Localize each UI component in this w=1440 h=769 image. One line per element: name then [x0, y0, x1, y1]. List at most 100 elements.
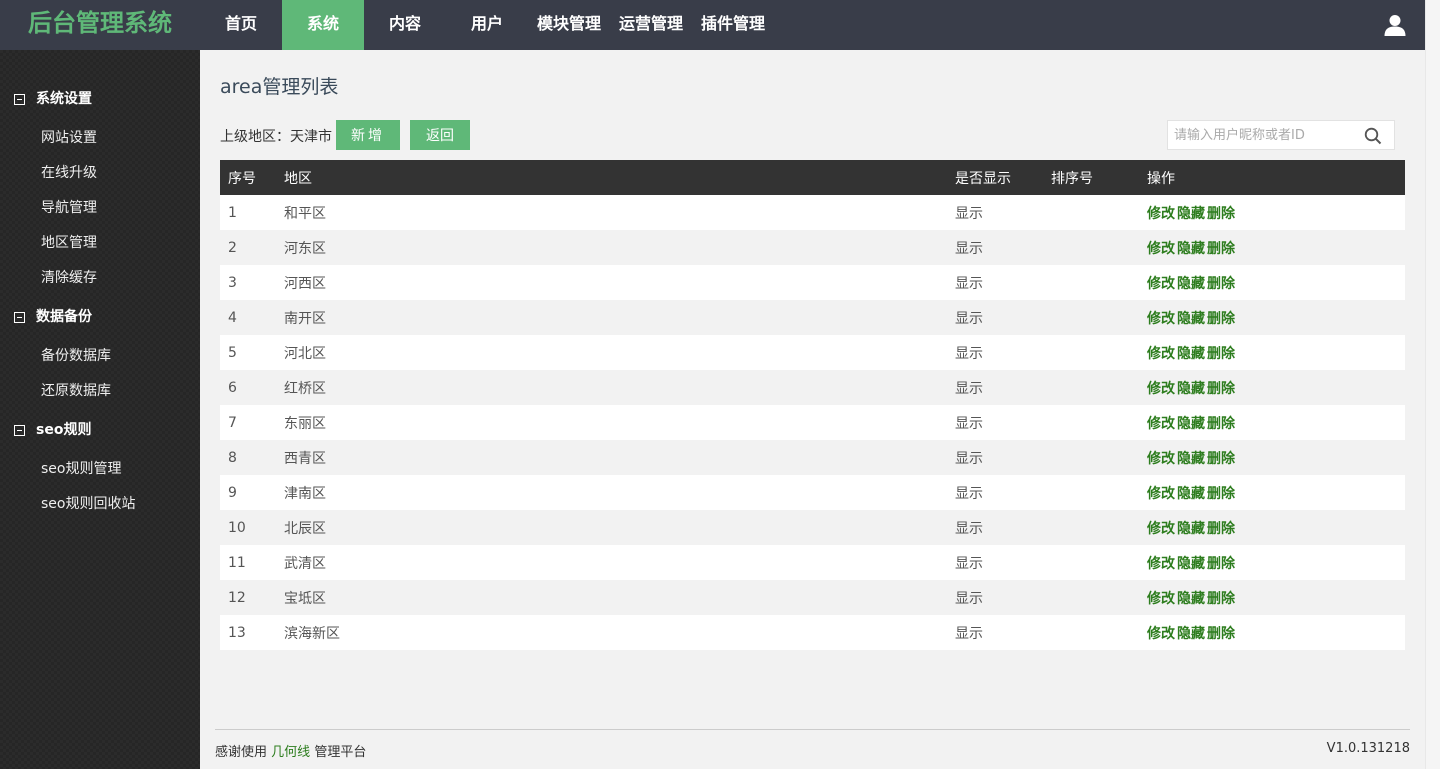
cell-show: 显示 — [955, 345, 983, 362]
cell-id: 9 — [228, 484, 237, 501]
cell-id: 8 — [228, 449, 237, 466]
collapse-icon — [14, 93, 25, 105]
sidebar-item-2-1[interactable]: seo规则回收站 — [41, 492, 135, 516]
hide-link[interactable]: 隐藏 — [1177, 521, 1205, 537]
hide-link[interactable]: 隐藏 — [1177, 416, 1205, 432]
cell-sort — [1043, 230, 1139, 265]
scrollbar[interactable] — [1425, 0, 1440, 769]
back-button[interactable]: 返回 — [410, 120, 470, 150]
delete-link[interactable]: 删除 — [1207, 591, 1235, 607]
hide-link[interactable]: 隐藏 — [1177, 591, 1205, 607]
user-icon[interactable] — [1383, 13, 1407, 37]
cell-id: 1 — [228, 204, 237, 221]
hide-link[interactable]: 隐藏 — [1177, 206, 1205, 222]
delete-link[interactable]: 删除 — [1207, 521, 1235, 537]
nav-item-0[interactable]: 首页 — [200, 0, 282, 50]
add-button[interactable]: 新增 — [336, 120, 400, 150]
nav-item-1[interactable]: 系统 — [282, 0, 364, 50]
edit-link[interactable]: 修改 — [1147, 626, 1175, 642]
delete-link[interactable]: 删除 — [1207, 626, 1235, 642]
sidebar-item-1-1[interactable]: 还原数据库 — [41, 379, 111, 403]
delete-link[interactable]: 删除 — [1207, 241, 1235, 257]
sidebar-item-2-0[interactable]: seo规则管理 — [41, 457, 121, 481]
hide-link[interactable]: 隐藏 — [1177, 241, 1205, 257]
hide-link[interactable]: 隐藏 — [1177, 311, 1205, 327]
cell-sort — [1043, 405, 1139, 440]
hide-link[interactable]: 隐藏 — [1177, 381, 1205, 397]
cell-actions: 修改 隐藏 删除 — [1139, 230, 1405, 265]
edit-link[interactable]: 修改 — [1147, 451, 1175, 467]
cell-id: 11 — [228, 554, 246, 571]
cell-actions: 修改 隐藏 删除 — [1139, 335, 1405, 370]
edit-link[interactable]: 修改 — [1147, 416, 1175, 432]
sidebar-item-1-0[interactable]: 备份数据库 — [41, 344, 111, 368]
nav-item-3[interactable]: 用户 — [446, 0, 528, 50]
nav-item-6[interactable]: 插件管理 — [692, 0, 774, 50]
hide-link[interactable]: 隐藏 — [1177, 556, 1205, 572]
hide-link[interactable]: 隐藏 — [1177, 346, 1205, 362]
table-row: 8 西青区 显示 修改 隐藏 删除 — [220, 440, 1405, 475]
sidebar-item-0-1[interactable]: 在线升级 — [41, 161, 97, 185]
sidebar-group-2[interactable]: seo规则 — [14, 418, 91, 442]
main-content: area管理列表 上级地区：天津市 新增 返回 序号 地区 是否显示 排序号 操… — [200, 50, 1425, 769]
edit-link[interactable]: 修改 — [1147, 556, 1175, 572]
sidebar-group-title: seo规则 — [36, 422, 92, 438]
hide-link[interactable]: 隐藏 — [1177, 486, 1205, 502]
edit-link[interactable]: 修改 — [1147, 591, 1175, 607]
delete-link[interactable]: 删除 — [1207, 381, 1235, 397]
edit-link[interactable]: 修改 — [1147, 346, 1175, 362]
hide-link[interactable]: 隐藏 — [1177, 276, 1205, 292]
delete-link[interactable]: 删除 — [1207, 206, 1235, 222]
cell-id: 7 — [228, 414, 237, 431]
search-icon[interactable] — [1364, 127, 1382, 145]
delete-link[interactable]: 删除 — [1207, 416, 1235, 432]
footer-prefix: 感谢使用 — [215, 745, 268, 760]
cell-area: 津南区 — [284, 485, 326, 502]
edit-link[interactable]: 修改 — [1147, 521, 1175, 537]
sidebar-item-0-2[interactable]: 导航管理 — [41, 196, 97, 220]
table-header-row: 序号 地区 是否显示 排序号 操作 — [220, 160, 1405, 195]
edit-link[interactable]: 修改 — [1147, 486, 1175, 502]
cell-show: 显示 — [955, 240, 983, 257]
cell-area: 武清区 — [284, 555, 326, 572]
table-row: 6 红桥区 显示 修改 隐藏 删除 — [220, 370, 1405, 405]
sidebar-item-0-0[interactable]: 网站设置 — [41, 126, 97, 150]
nav-item-4[interactable]: 模块管理 — [528, 0, 610, 50]
delete-link[interactable]: 删除 — [1207, 276, 1235, 292]
app-logo: 后台管理系统 — [28, 9, 172, 37]
edit-link[interactable]: 修改 — [1147, 206, 1175, 222]
table-row: 13 滨海新区 显示 修改 隐藏 删除 — [220, 615, 1405, 650]
cell-actions: 修改 隐藏 删除 — [1139, 615, 1405, 650]
hide-link[interactable]: 隐藏 — [1177, 626, 1205, 642]
delete-link[interactable]: 删除 — [1207, 556, 1235, 572]
sidebar-item-0-4[interactable]: 清除缓存 — [41, 266, 97, 290]
edit-link[interactable]: 修改 — [1147, 276, 1175, 292]
search-input[interactable] — [1168, 121, 1348, 149]
cell-show: 显示 — [955, 520, 983, 537]
cell-show: 显示 — [955, 555, 983, 572]
sidebar-item-0-3[interactable]: 地区管理 — [41, 231, 97, 255]
table-row: 10 北辰区 显示 修改 隐藏 删除 — [220, 510, 1405, 545]
hide-link[interactable]: 隐藏 — [1177, 451, 1205, 467]
col-header-id: 序号 — [228, 170, 256, 187]
delete-link[interactable]: 删除 — [1207, 486, 1235, 502]
delete-link[interactable]: 删除 — [1207, 311, 1235, 327]
cell-area: 河北区 — [284, 345, 326, 362]
table-row: 11 武清区 显示 修改 隐藏 删除 — [220, 545, 1405, 580]
footer-brand-link[interactable]: 几何线 — [271, 745, 310, 760]
nav-item-2[interactable]: 内容 — [364, 0, 446, 50]
edit-link[interactable]: 修改 — [1147, 381, 1175, 397]
nav-item-5[interactable]: 运营管理 — [610, 0, 692, 50]
table-row: 2 河东区 显示 修改 隐藏 删除 — [220, 230, 1405, 265]
cell-show: 显示 — [955, 590, 983, 607]
sidebar: 系统设置网站设置在线升级导航管理地区管理清除缓存数据备份备份数据库还原数据库 se… — [0, 50, 200, 769]
sidebar-group-0[interactable]: 系统设置 — [14, 87, 92, 111]
edit-link[interactable]: 修改 — [1147, 241, 1175, 257]
delete-link[interactable]: 删除 — [1207, 346, 1235, 362]
cell-sort — [1043, 195, 1139, 230]
area-table: 序号 地区 是否显示 排序号 操作 1 和平区 显示 修改 隐藏 删除 2 河东区 显示 修改 隐藏… — [220, 160, 1405, 650]
cell-area: 河东区 — [284, 240, 326, 257]
sidebar-group-1[interactable]: 数据备份 — [14, 305, 92, 329]
edit-link[interactable]: 修改 — [1147, 311, 1175, 327]
delete-link[interactable]: 删除 — [1207, 451, 1235, 467]
